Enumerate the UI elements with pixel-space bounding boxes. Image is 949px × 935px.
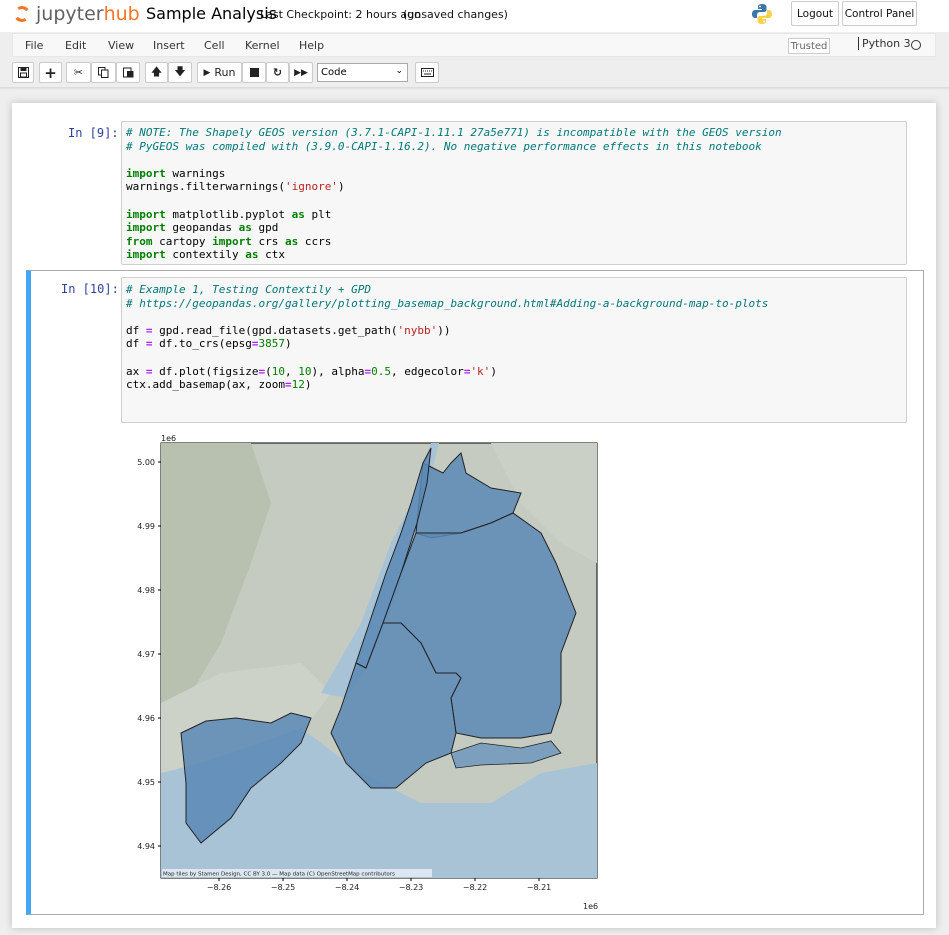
code-line: # Example 1, Testing Contextily + GPD [126, 283, 372, 296]
save-icon [17, 67, 29, 78]
move-up-button[interactable]: 🡅 [145, 62, 168, 83]
restart-icon: ↻ [272, 66, 283, 79]
control-panel-button[interactable]: Control Panel [842, 1, 917, 26]
arrow-up-icon: 🡅 [150, 65, 163, 78]
keyboard-icon [420, 68, 434, 77]
code-cell-1[interactable]: In [9]: # NOTE: The Shapely GEOS version… [26, 117, 924, 267]
y-tick-label: 4.99 [137, 522, 155, 531]
menu-insert[interactable]: Insert [153, 39, 185, 52]
stop-icon [249, 68, 259, 77]
logo-text-jupyter: jupyter [36, 3, 104, 25]
x-tick-label: −8.25 [271, 883, 296, 892]
cell-prompt: In [10]: [61, 282, 119, 296]
map-attribution: Map tiles by Stamen Design, CC BY 3.0 — … [163, 872, 395, 878]
restart-run-all-button[interactable]: ▶▶ [289, 62, 313, 83]
header-shadow [0, 87, 949, 90]
x-exponent-label: 1e6 [583, 902, 598, 911]
jupyter-ring-icon [12, 4, 32, 24]
map-figure: 1e6 Map tiles by Stamen Design, CC BY 3.… [137, 434, 598, 911]
copy-button[interactable] [91, 62, 116, 83]
cell-prompt: In [9]: [68, 126, 119, 140]
menu-file[interactable]: File [25, 39, 43, 52]
cell-type-value: Code [321, 67, 347, 78]
y-axis: 5.00 4.99 4.98 4.97 4.96 4.95 4.94 [137, 458, 161, 851]
play-icon: ▶ [203, 67, 211, 78]
y-tick-label: 4.96 [137, 714, 155, 723]
fast-forward-icon: ▶▶ [294, 67, 308, 78]
y-tick-label: 4.94 [137, 842, 155, 851]
arrow-down-icon: 🡇 [174, 65, 186, 78]
checkpoint-status: Last Checkpoint: 2 hours ago [260, 8, 421, 21]
python-logo-icon [752, 4, 772, 24]
cut-button[interactable]: ✂ [66, 62, 91, 83]
notebook-title[interactable]: Sample Analysis [146, 4, 277, 23]
y-tick-label: 4.98 [137, 586, 155, 595]
command-palette-button[interactable] [415, 62, 439, 83]
code-line: # NOTE: The Shapely GEOS version (3.7.1-… [126, 126, 782, 139]
logo-text-hub: hub [103, 3, 140, 25]
chevron-down-icon: ⌄ [395, 66, 403, 76]
menu-help[interactable]: Help [299, 39, 324, 52]
paste-icon [122, 67, 133, 78]
y-exponent-label: 1e6 [161, 434, 176, 443]
run-button[interactable]: ▶ Run [197, 62, 242, 83]
code-text: # NOTE: The Shapely GEOS version (3.7.1-… [126, 126, 782, 262]
menu-edit[interactable]: Edit [65, 39, 86, 52]
copy-icon [98, 67, 109, 78]
code-line: # https://geopandas.org/gallery/plotting… [126, 296, 769, 310]
jupyterhub-logo[interactable]: jupyter hub [12, 3, 140, 25]
restart-button[interactable]: ↻ [266, 62, 289, 83]
run-label: Run [214, 66, 236, 79]
code-text: # Example 1, Testing Contextily + GPD # … [126, 283, 769, 392]
move-down-button[interactable]: 🡇 [168, 62, 192, 83]
scissors-icon: ✂ [73, 66, 84, 79]
insert-cell-button[interactable]: + [39, 62, 62, 83]
y-tick-label: 4.97 [137, 650, 155, 659]
x-tick-label: −8.26 [207, 883, 232, 892]
x-axis: −8.26 −8.25 −8.24 −8.23 −8.22 −8.21 1e6 [207, 878, 598, 911]
x-tick-label: −8.24 [335, 883, 360, 892]
cell-type-select[interactable]: Code ⌄ [317, 63, 408, 82]
save-button[interactable] [12, 62, 34, 83]
x-tick-label: −8.22 [463, 883, 488, 892]
plus-icon: + [44, 63, 57, 82]
logout-button[interactable]: Logout [791, 1, 839, 26]
menu-kernel[interactable]: Kernel [245, 39, 280, 52]
code-input[interactable]: # Example 1, Testing Contextily + GPD # … [121, 277, 907, 423]
autosave-status: (unsaved changes) [403, 8, 508, 21]
code-line: # PyGEOS was compiled with (3.9.0-CAPI-1… [126, 139, 762, 153]
notebook-container: In [9]: # NOTE: The Shapely GEOS version… [12, 103, 936, 928]
y-tick-label: 4.95 [137, 778, 155, 787]
trusted-indicator[interactable]: Trusted [788, 38, 830, 54]
code-input[interactable]: # NOTE: The Shapely GEOS version (3.7.1-… [121, 121, 907, 265]
menu-view[interactable]: View [108, 39, 134, 52]
paste-button[interactable] [116, 62, 140, 83]
menubar: File Edit View Insert Cell Kernel Help T… [12, 33, 936, 57]
header: jupyter hub Sample Analysis Last Checkpo… [0, 0, 949, 32]
kernel-name: Python 3 [858, 37, 911, 50]
x-tick-label: −8.21 [527, 883, 552, 892]
x-tick-label: −8.23 [399, 883, 424, 892]
code-cell-2[interactable]: In [10]: # Example 1, Testing Contextily… [26, 270, 924, 915]
y-tick-label: 5.00 [137, 458, 155, 467]
interrupt-button[interactable] [242, 62, 266, 83]
kernel-idle-icon [911, 40, 921, 50]
menu-cell[interactable]: Cell [204, 39, 225, 52]
